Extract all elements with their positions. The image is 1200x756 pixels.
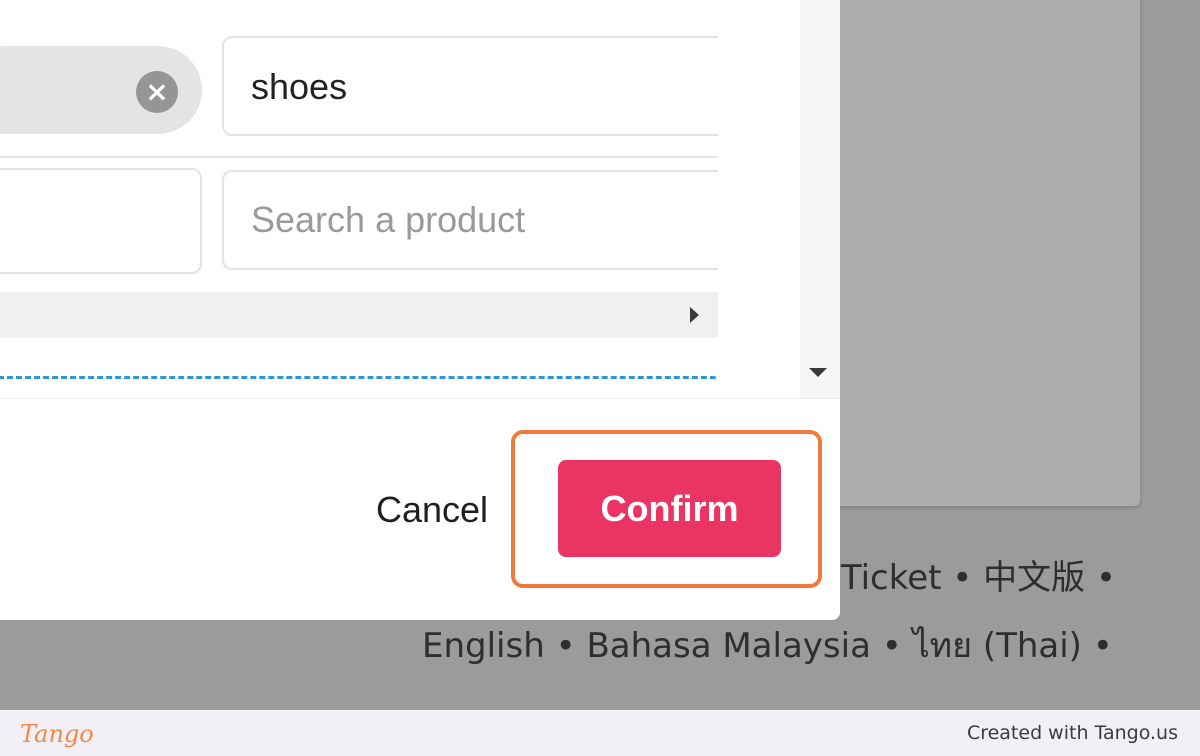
vertical-scrollbar[interactable] — [800, 0, 840, 398]
dashed-drop-area[interactable] — [0, 376, 718, 398]
horizontal-scrollbar[interactable] — [0, 292, 718, 338]
scroll-down-arrow-icon[interactable] — [809, 368, 827, 377]
confirm-button[interactable]: Confirm — [558, 460, 781, 557]
dialog-scroll-area: × shoes — [0, 0, 718, 398]
tango-logo: Tango — [20, 720, 94, 748]
confirm-dialog: × shoes Cancel Confirm — [0, 0, 840, 620]
cancel-button[interactable]: Cancel — [356, 481, 508, 539]
scroll-right-arrow-icon[interactable] — [690, 307, 699, 323]
language-links-line2[interactable]: English • Bahasa Malaysia • ไทย (Thai) • — [420, 612, 1160, 680]
left-input-field[interactable] — [0, 168, 202, 274]
product-search-input[interactable] — [222, 170, 718, 270]
tango-credit: Created with Tango.us — [966, 722, 1178, 744]
dialog-body: × shoes — [0, 0, 840, 398]
tango-watermark-bar: Tango Created with Tango.us — [0, 710, 1200, 756]
keyword-input[interactable]: shoes — [222, 36, 718, 136]
row-divider — [0, 156, 718, 158]
clear-circle-icon[interactable]: × — [136, 71, 178, 113]
